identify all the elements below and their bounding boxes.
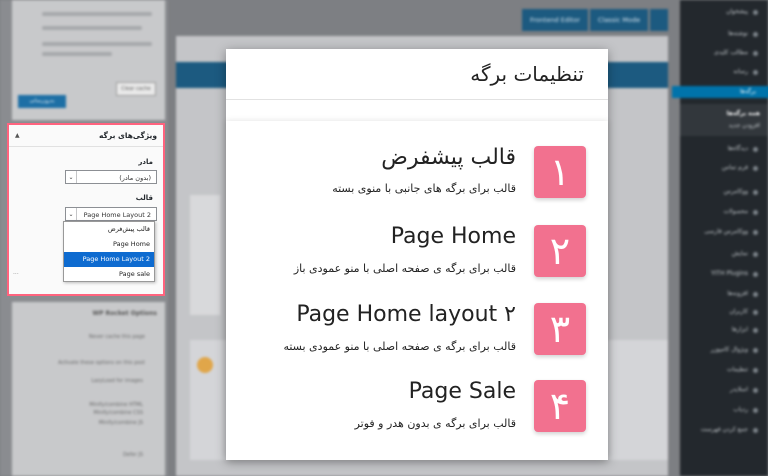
template-label: قالب: [135, 194, 153, 202]
admin-menu-item[interactable]: جمع کردن فهرست: [701, 426, 760, 436]
page-settings-popup: تنظیمات برگه ۱ قالب پیشفرض قالب برای برگ…: [226, 49, 608, 460]
template-title: قالب پیشفرض: [381, 145, 516, 170]
page-attributes-header[interactable]: ▲ ویژگی‌های برگه: [9, 125, 163, 147]
chevron-down-icon: ⌄: [66, 208, 77, 220]
admin-menu-item[interactable]: ووکامرس: [724, 188, 760, 198]
chevron-down-icon: ⌄: [66, 171, 77, 183]
template-title: Page Home layout ۲: [296, 302, 516, 327]
rocket-options-box: WP Rocket Options Never cache this page …: [12, 302, 165, 476]
admin-menu-item[interactable]: کاربران: [729, 308, 760, 318]
template-option[interactable]: قالب پیش‌فرض: [64, 222, 154, 237]
number-badge: ۴: [534, 380, 586, 432]
activate-options-label: Activate these options on this post: [58, 360, 145, 366]
admin-menu-item[interactable]: محصولات: [724, 208, 760, 218]
admin-menu-item[interactable]: فرم تماس: [722, 164, 760, 174]
update-button[interactable]: به‌روزرسانی: [18, 95, 66, 108]
template-description: قالب برای برگه ی صفحه اصلی با منو عمودی …: [293, 262, 516, 275]
template-option-selected[interactable]: Page Home Layout 2: [64, 252, 154, 267]
option-label: Minify/combine HTML: [89, 402, 143, 408]
option-label: LazyLoad for images: [91, 378, 143, 384]
admin-menu-item[interactable]: ووکامرس فارسی: [704, 228, 760, 238]
collapse-arrow-icon[interactable]: ▲: [15, 132, 20, 139]
option-label: Minify/combine CSS: [93, 410, 144, 416]
admin-menu-lower: دیدگاه‌ها فرم تماس ووکامرس محصولات ووکام…: [680, 0, 768, 476]
divider: [226, 99, 608, 100]
admin-menu-item[interactable]: ابزارها: [732, 326, 760, 336]
template-description: قالب برای برگه های جانبی با منوی بسته: [332, 182, 516, 195]
template-list-panel: ۱ قالب پیشفرض قالب برای برگه های جانبی ب…: [226, 121, 608, 460]
clear-cache-button[interactable]: Clear cache: [116, 82, 156, 96]
composer-column: [190, 195, 220, 315]
admin-menu-item[interactable]: نمایش: [732, 250, 760, 260]
template-description: قالب برای برگه ی صفحه اصلی با منو عمودی …: [283, 340, 516, 353]
warning-icon: [197, 357, 213, 373]
admin-menu-item[interactable]: ویژوال کامپوزر: [711, 346, 760, 356]
admin-menu-item[interactable]: YITH Plugins: [711, 270, 760, 280]
template-title: Page Sale: [408, 379, 516, 404]
admin-menu-item[interactable]: دیدگاه‌ها: [728, 145, 760, 155]
page-attributes-title: ویژگی‌های برگه: [99, 131, 157, 140]
settings-icon-button[interactable]: [650, 9, 668, 31]
number-badge: ۲: [534, 225, 586, 277]
parent-select[interactable]: ⌄ (بدون مادر): [65, 170, 157, 184]
number-badge: ۳: [534, 303, 586, 355]
admin-menu-item[interactable]: ردیاب: [733, 406, 760, 416]
help-text: ...: [13, 269, 19, 276]
rocket-options-title: WP Rocket Options: [92, 310, 157, 317]
option-label: Minify/combine JS: [98, 420, 143, 426]
parent-label: مادر: [138, 158, 153, 166]
admin-menu-item[interactable]: تنظیمات: [727, 366, 760, 376]
option-label: Defer JS: [122, 452, 143, 458]
classic-mode-button[interactable]: Classic Mode: [590, 9, 648, 31]
admin-menu-item[interactable]: اسلایدر: [730, 386, 760, 396]
template-dropdown-list[interactable]: قالب پیش‌فرض Page Home Page Home Layout …: [63, 221, 155, 282]
template-title: Page Home: [390, 224, 516, 249]
frontend-editor-button[interactable]: Frontend Editor: [522, 9, 588, 31]
template-select[interactable]: ⌄ Page Home Layout 2: [65, 207, 157, 221]
publish-box: Clear cache به‌روزرسانی: [12, 0, 165, 120]
template-option[interactable]: Page Home: [64, 237, 154, 252]
template-description: قالب برای برگه ی بدون هدر و فوتر: [354, 417, 516, 430]
admin-menu-item[interactable]: افزونه‌ها: [727, 290, 760, 300]
number-badge: ۱: [534, 146, 586, 198]
template-option[interactable]: Page sale: [64, 267, 154, 282]
popup-title: تنظیمات برگه: [470, 62, 584, 86]
never-cache-label: Never cache this page: [88, 334, 145, 340]
